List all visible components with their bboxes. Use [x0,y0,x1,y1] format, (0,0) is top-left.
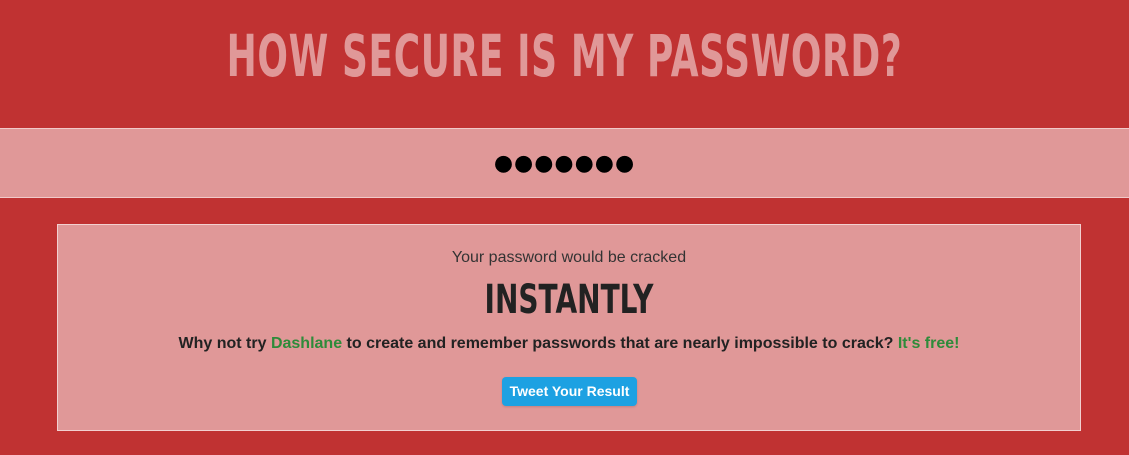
page: HOW SECURE IS MY PASSWORD? Your password… [0,0,1129,455]
cracked-label: Your password would be cracked [451,249,687,266]
password-bar [0,128,1129,198]
result-panel: Your password would be cracked INSTANTLY… [57,224,1081,431]
crack-time-value: INSTANTLY [484,277,654,323]
its-free-link[interactable]: It's free! [898,335,960,352]
promo-prefix: Why not try [178,335,271,352]
page-title: HOW SECURE IS MY PASSWORD? [226,22,903,90]
password-input[interactable] [0,129,1129,197]
promo-text: Why not try Dashlane to create and remem… [58,335,1080,353]
dashlane-link[interactable]: Dashlane [271,335,342,352]
tweet-result-button[interactable]: Tweet Your Result [502,377,637,406]
promo-middle: to create and remember passwords that ar… [342,335,898,352]
